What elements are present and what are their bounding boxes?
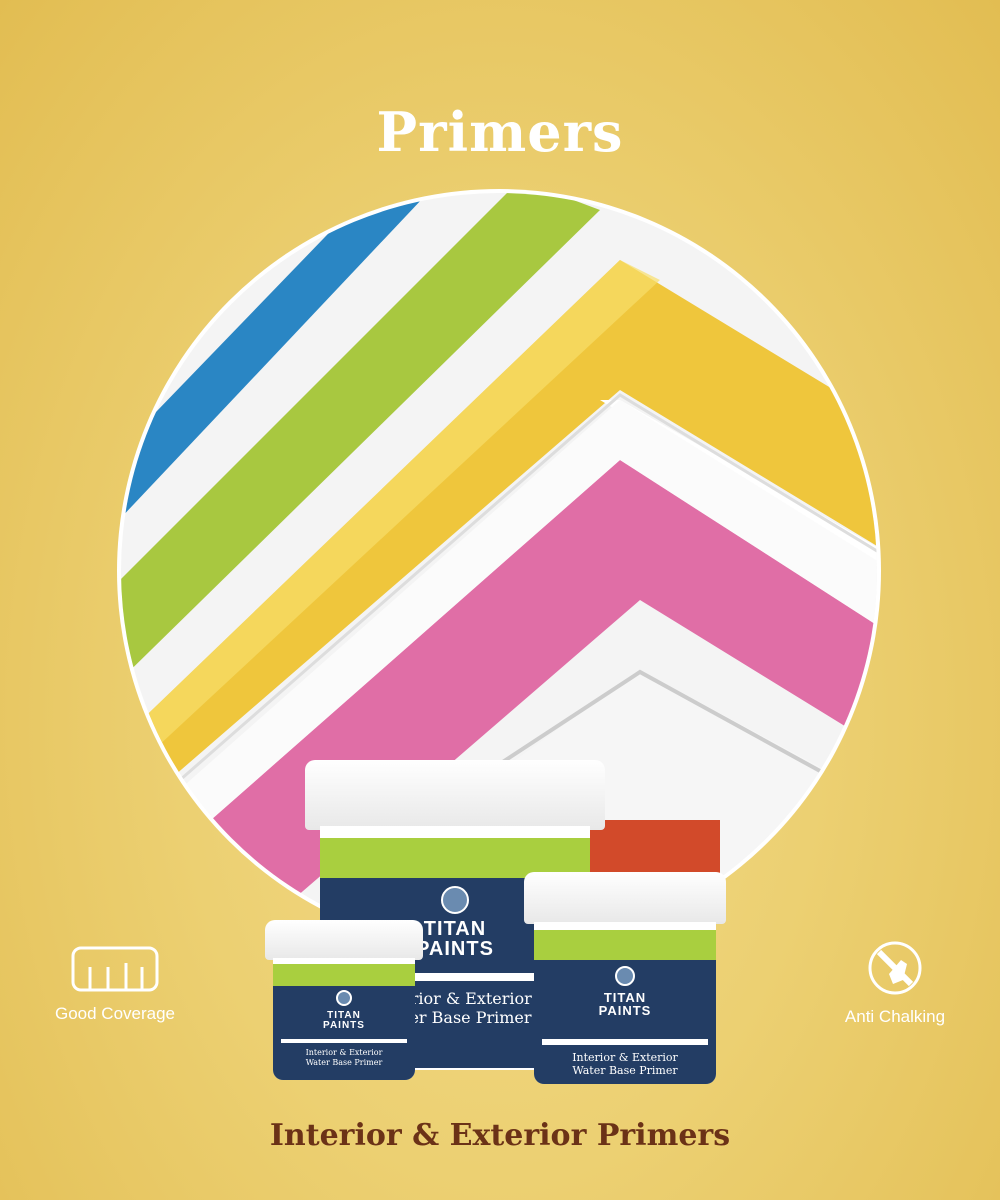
product-name: Interior & Exterior xyxy=(305,1048,383,1057)
product-name: Water Base Primer xyxy=(572,1064,678,1078)
product-name: Interior & Exterior xyxy=(572,1051,678,1064)
feature-label: Anti Chalking xyxy=(844,1007,946,1026)
feature-anti-chalking: Anti Chalking xyxy=(825,940,965,1027)
product-bucket-medium: TITAN PAINTS Interior & Exterior Water B… xyxy=(524,872,726,1084)
brand-name: PAINTS xyxy=(323,1020,365,1031)
ruler-coverage-icon xyxy=(71,946,159,992)
brand-logo-icon xyxy=(336,990,352,1006)
product-bucket-small: TITAN PAINTS Interior & Exterior Water B… xyxy=(265,920,423,1080)
feature-label: Good Coverage xyxy=(54,1004,176,1023)
brand-name: PAINTS xyxy=(598,1003,652,1018)
no-chalk-hand-icon xyxy=(868,941,922,995)
footer-tagline: Interior & Exterior Primers xyxy=(269,1118,731,1153)
brand-logo-icon xyxy=(615,966,635,986)
product-name: Water Base Primer xyxy=(305,1057,383,1067)
brand-logo-icon xyxy=(441,886,469,914)
feature-good-coverage: Good Coverage xyxy=(30,945,200,1024)
